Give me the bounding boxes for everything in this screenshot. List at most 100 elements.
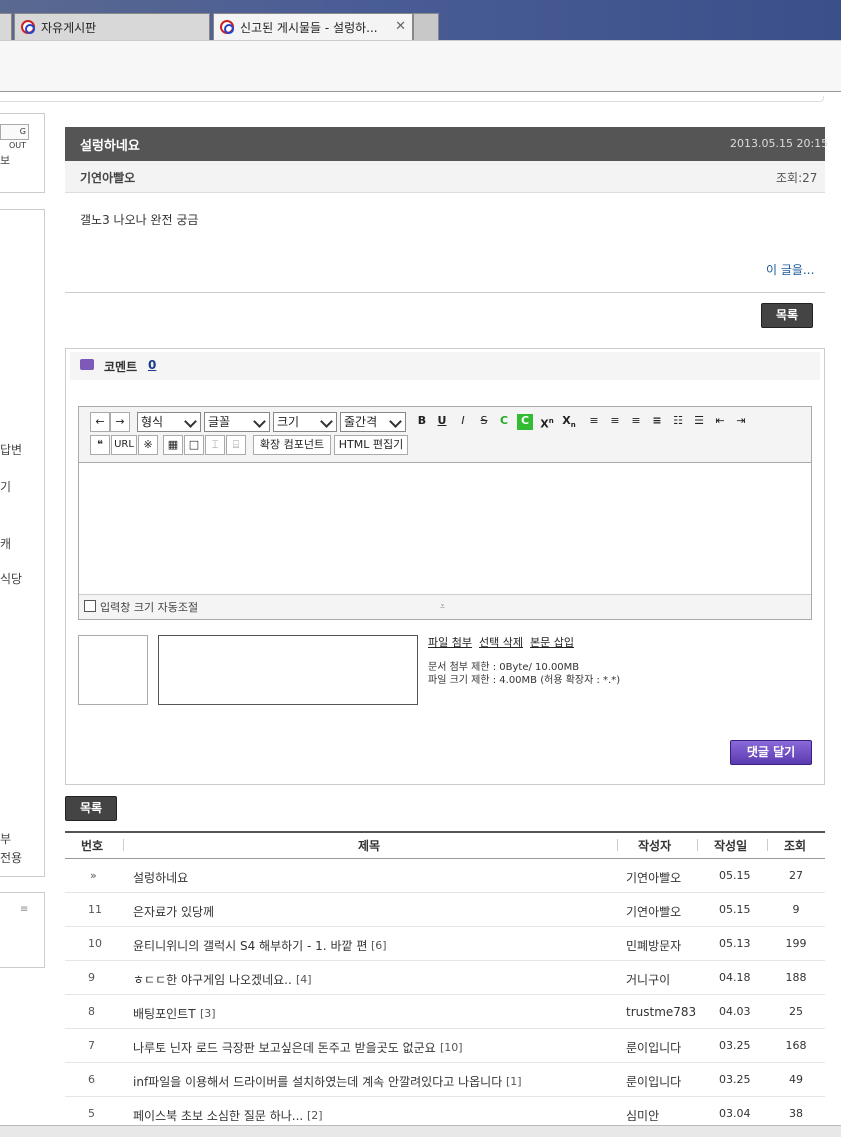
font-color-icon[interactable]: C <box>495 412 513 432</box>
author-posts-link[interactable]: 이 글을... <box>766 261 814 278</box>
line-height-select[interactable]: 줄간격 <box>340 412 406 432</box>
row-date: 05.15 <box>719 869 751 882</box>
tab-free-board[interactable]: 자유게시판 <box>14 13 210 40</box>
resize-handle-icon[interactable]: ⩡ <box>440 602 445 612</box>
row-title[interactable]: 설렁하네요 <box>133 869 188 886</box>
row-title[interactable]: 나루토 닌자 로드 극장판 보고싶은데 돈주고 받을곳도 없군요 <box>133 1039 436 1056</box>
insert-body-link[interactable]: 본문 삽입 <box>530 634 574 650</box>
sidebar-item[interactable]: 부 <box>0 830 11 847</box>
row-comment-count[interactable]: [2] <box>307 1109 323 1122</box>
outdent-icon[interactable]: ⇤ <box>711 412 729 432</box>
box-icon[interactable]: □ <box>184 435 204 455</box>
split-cells-icon[interactable]: ⌸ <box>226 435 246 455</box>
merge-cells-icon[interactable]: ⌶ <box>205 435 225 455</box>
col-separator <box>123 839 124 851</box>
row-number: » <box>90 869 97 882</box>
row-comment-holder: [2] <box>307 1108 323 1122</box>
attachment-list[interactable] <box>158 635 418 705</box>
underline-icon[interactable]: U <box>432 412 452 432</box>
status-bar <box>0 1125 841 1137</box>
row-title[interactable]: 페이스북 초보 소심한 질문 하나... <box>133 1107 303 1124</box>
comment-header <box>70 352 820 380</box>
italic-icon[interactable]: I <box>453 412 473 432</box>
undo-icon[interactable]: ← <box>90 412 110 432</box>
menu-lines-icon: ≡ <box>20 904 29 915</box>
row-title[interactable]: inf파일을 이용해서 드라이버를 설치하였는데 계속 안깔려있다고 나옵니다 <box>133 1073 502 1090</box>
post-author[interactable]: 기연아빨오 <box>80 169 135 186</box>
indent-icon[interactable]: ⇥ <box>732 412 750 432</box>
col-views: 조회 <box>784 839 807 853</box>
list-button-bottom[interactable]: 목록 <box>65 796 117 821</box>
comment-count[interactable]: 0 <box>148 358 156 372</box>
attach-file-link[interactable]: 파일 첨부 <box>428 634 472 650</box>
delete-selected-link[interactable]: 선택 삭제 <box>479 634 523 650</box>
align-right-icon[interactable]: ≡ <box>627 412 645 432</box>
row-author[interactable]: trustme783 <box>626 1005 696 1019</box>
col-number: 번호 <box>81 839 104 853</box>
row-comment-count[interactable]: [10] <box>440 1041 463 1054</box>
bold-icon[interactable]: B <box>412 412 432 432</box>
size-select[interactable]: 크기 <box>273 412 337 432</box>
row-number: 11 <box>88 903 102 916</box>
font-select[interactable]: 글꼴 <box>204 412 270 432</box>
sidebar-text: 보 <box>0 154 11 167</box>
row-comment-count[interactable]: [6] <box>371 939 387 952</box>
submit-comment-button[interactable]: 댓글 달기 <box>730 740 812 765</box>
row-author[interactable]: 기연아빨오 <box>626 903 681 920</box>
row-title[interactable]: ㅎㄷㄷ한 야구게임 나오겠네요.. <box>133 971 292 988</box>
ordered-list-icon[interactable]: ☷ <box>669 412 687 432</box>
speech-bubble-icon <box>80 359 94 370</box>
unordered-list-icon[interactable]: ☰ <box>690 412 708 432</box>
sidebar-item[interactable]: 식당 <box>0 570 22 587</box>
tab-label: 자유게시판 <box>41 20 97 35</box>
post-header <box>65 127 825 161</box>
sidebar-item[interactable]: 기 <box>0 478 11 495</box>
row-author[interactable]: 룬이입니다 <box>626 1039 681 1056</box>
row-views: 199 <box>785 937 807 950</box>
sidebar-item[interactable]: 답변 <box>0 441 22 458</box>
row-title[interactable]: 윤티니위니의 갤럭시 S4 해부하기 - 1. 바깥 편 <box>133 937 367 954</box>
comment-textarea[interactable] <box>79 462 811 595</box>
row-comment-count[interactable]: [3] <box>200 1007 216 1020</box>
bg-color-icon[interactable]: C <box>517 414 533 430</box>
logout-button[interactable]: G OUT <box>0 124 29 150</box>
tab-label: 신고된 게시물들 - 설렁하... <box>240 20 378 35</box>
row-comment-holder: [3] <box>200 1006 216 1020</box>
redo-icon[interactable]: → <box>110 412 130 432</box>
extension-button[interactable]: 확장 컴포넌트 <box>253 435 331 455</box>
autosize-checkbox[interactable] <box>84 600 96 612</box>
quote-icon[interactable]: ❝ <box>90 435 110 455</box>
html-editor-button[interactable]: HTML 편집기 <box>334 435 408 455</box>
align-left-icon[interactable]: ≡ <box>585 412 603 432</box>
row-author[interactable]: 거니구이 <box>626 971 670 988</box>
tab-reported-posts[interactable]: 신고된 게시물들 - 설렁하... ✕ <box>213 13 413 40</box>
col-separator <box>767 839 768 851</box>
sidebar-item[interactable]: 캐 <box>0 535 11 552</box>
row-title[interactable]: 배팅포인트T <box>133 1005 196 1022</box>
row-author[interactable]: 민폐방문자 <box>626 937 681 954</box>
row-comment-count[interactable]: [1] <box>506 1075 522 1088</box>
format-select[interactable]: 형식 <box>137 412 201 432</box>
url-button[interactable]: URL <box>111 435 137 455</box>
row-title[interactable]: 은자료가 있당께 <box>133 903 214 920</box>
row-author[interactable]: 룬이입니다 <box>626 1073 681 1090</box>
row-author[interactable]: 심미안 <box>626 1107 659 1124</box>
strike-icon[interactable]: S <box>474 412 494 432</box>
row-number: 9 <box>88 971 95 984</box>
sidebar-item[interactable]: 전용 <box>0 849 22 866</box>
row-comment-count[interactable]: [4] <box>296 973 312 986</box>
row-date: 04.03 <box>719 1005 751 1018</box>
new-tab-button[interactable] <box>413 13 439 40</box>
align-center-icon[interactable]: ≡ <box>606 412 624 432</box>
align-justify-icon[interactable]: ≡ <box>648 412 666 432</box>
subscript-icon[interactable]: Xn <box>559 412 579 432</box>
tab-partial[interactable] <box>0 13 12 40</box>
post-body: 갤노3 나오나 완전 궁금 <box>80 213 199 227</box>
special-char-button[interactable]: ※ <box>138 435 158 455</box>
row-author[interactable]: 기연아빨오 <box>626 869 681 886</box>
superscript-icon[interactable]: Xn <box>537 412 557 432</box>
table-icon[interactable]: ▦ <box>163 435 183 455</box>
list-button-top[interactable]: 목록 <box>761 303 813 328</box>
close-icon[interactable]: ✕ <box>395 19 406 34</box>
file-limit-text: 파일 크기 제한 : 4.00MB (허용 확장자 : *.*) <box>428 675 621 686</box>
